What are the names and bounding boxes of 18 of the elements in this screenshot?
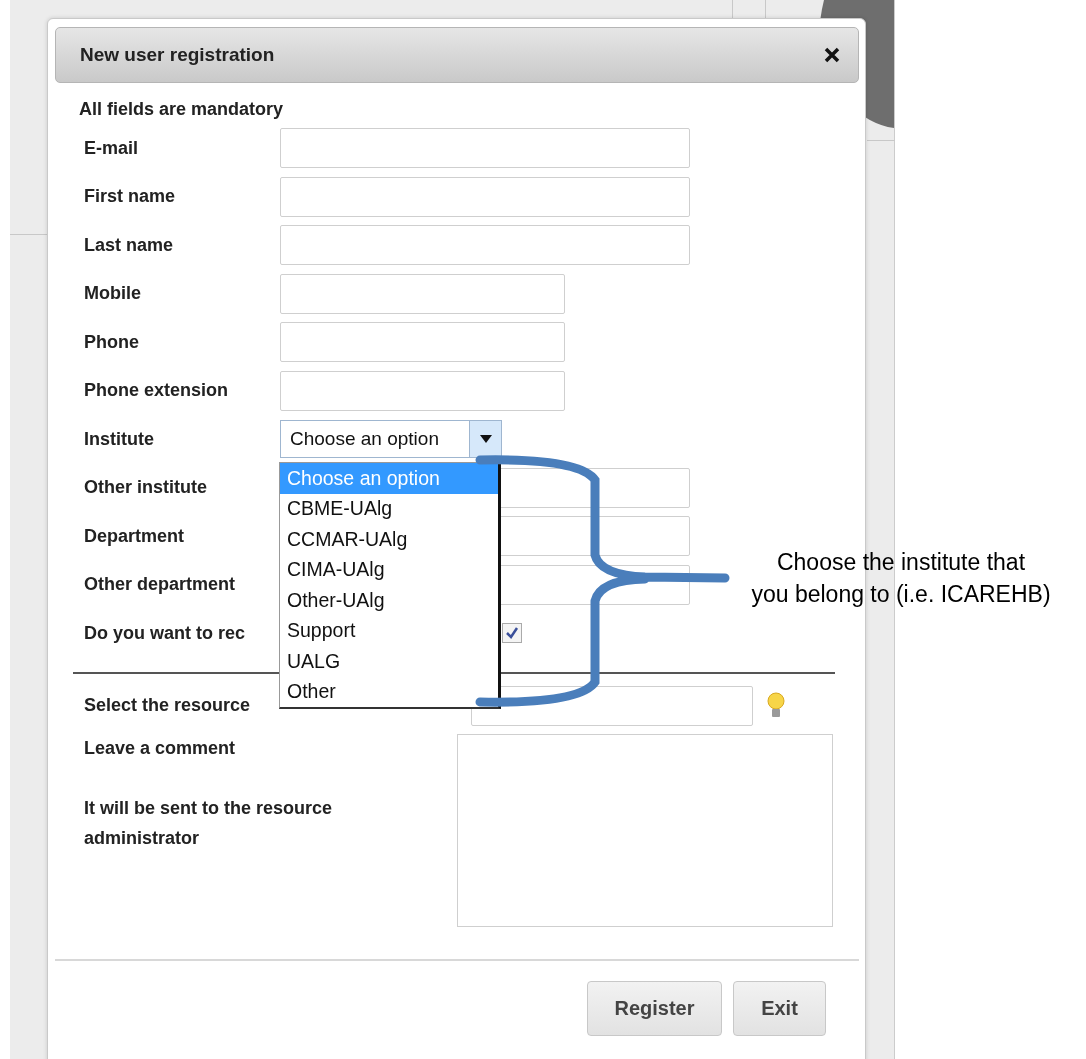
field-label: Institute: [84, 428, 155, 450]
field-label: Leave a comment: [84, 737, 237, 759]
field-label: E-mail: [84, 137, 140, 159]
field-label: Last name: [84, 234, 175, 256]
field-label: Select the resource: [84, 695, 252, 716]
annotation-text: Choose the institute that: [776, 548, 1026, 577]
field-label: Phone: [84, 331, 140, 353]
field-label: Department: [84, 525, 186, 547]
form-note: All fields are mandatory: [79, 99, 285, 120]
dialog-title: New user registration: [80, 44, 275, 66]
field-label: Mobile: [84, 283, 142, 305]
field-label: First name: [84, 186, 177, 208]
annotation-text: you belong to (i.e. ICAREHB): [751, 580, 1051, 609]
field-label: Other department: [84, 574, 237, 596]
field-label: Do you want to rec: [84, 622, 246, 644]
comment-hint: It will be sent to the resource administrator: [84, 796, 334, 850]
field-label: Other institute: [84, 477, 208, 499]
field-label: Phone extension: [84, 380, 230, 402]
